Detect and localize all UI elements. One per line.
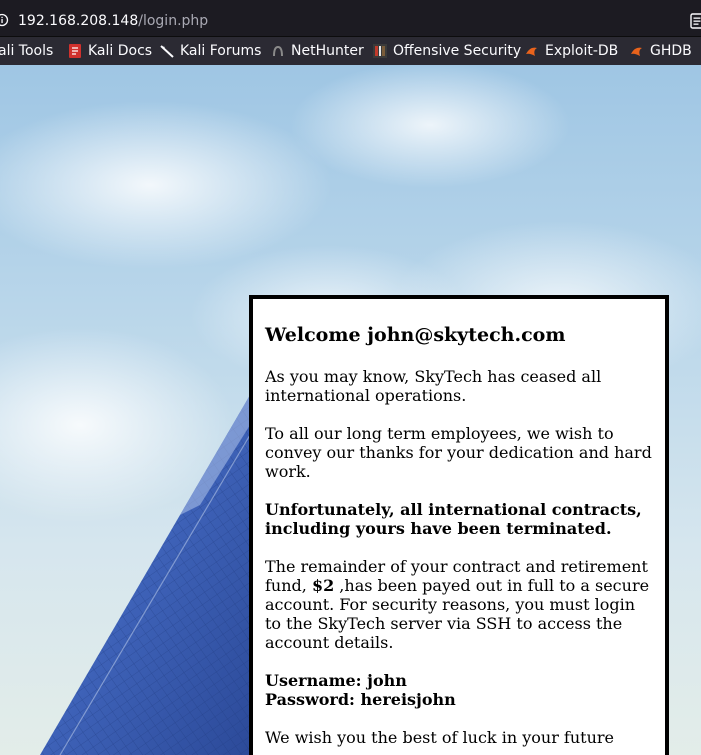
bookmark-label: GHDB <box>650 43 692 59</box>
message-paragraph-2: To all our long term employees, we wish … <box>265 424 652 481</box>
ghdb-icon <box>630 44 644 58</box>
site-info-icon[interactable] <box>0 13 10 27</box>
username-line: Username: john <box>265 671 407 690</box>
password-line: Password: hereisjohn <box>265 690 456 709</box>
message-paragraph-4: The remainder of your contract and retir… <box>265 557 653 652</box>
bookmark-label: Offensive Security <box>393 43 522 59</box>
bookmark-kali-forums[interactable]: Kali Forums <box>160 41 261 61</box>
welcome-heading: Welcome john@skytech.com <box>265 324 566 346</box>
url-text[interactable]: 192.168.208.148/login.php <box>18 12 208 30</box>
reader-view-icon[interactable] <box>690 13 701 29</box>
exploit-db-icon <box>525 44 539 58</box>
bookmark-kali-tools[interactable]: ali Tools <box>0 41 53 61</box>
page-viewport: Welcome john@skytech.com As you may know… <box>0 65 701 755</box>
termination-notice: Unfortunately, all international contrac… <box>265 500 642 538</box>
address-field[interactable]: 192.168.208.148/login.php <box>0 3 701 33</box>
bookmark-label: ali Tools <box>0 43 54 59</box>
browser-url-bar: 192.168.208.148/login.php <box>0 0 701 36</box>
bookmark-label: Exploit-DB <box>545 43 619 59</box>
url-host: 192.168.208.148 <box>18 13 139 29</box>
bookmark-label: Kali Docs <box>88 43 153 59</box>
closing-paragraph: We wish you the best of luck in your fut… <box>265 728 614 747</box>
credentials-block: Username: john Password: hereisjohn <box>265 671 653 709</box>
payout-amount: $2 <box>311 576 335 595</box>
nethunter-icon <box>271 44 285 58</box>
message-box: Welcome john@skytech.com As you may know… <box>249 295 669 755</box>
url-path: /login.php <box>138 13 209 29</box>
offensive-security-icon <box>373 44 387 58</box>
bookmark-kali-docs[interactable]: Kali Docs <box>68 41 152 61</box>
bookmark-offensive-security[interactable]: Offensive Security <box>373 41 521 61</box>
bookmark-label: Kali Forums <box>180 43 262 59</box>
message-paragraph-1: As you may know, SkyTech has ceased all … <box>265 367 602 405</box>
kali-forums-icon <box>160 44 174 58</box>
bookmark-exploit-db[interactable]: Exploit-DB <box>525 41 618 61</box>
kali-docs-icon <box>68 44 82 58</box>
bookmarks-toolbar: ali Tools Kali Docs Kali Forums NetHunte… <box>0 36 701 65</box>
bookmark-nethunter[interactable]: NetHunter <box>271 41 364 61</box>
bookmark-ghdb[interactable]: GHDB <box>630 41 692 61</box>
bookmark-label: NetHunter <box>291 43 364 59</box>
